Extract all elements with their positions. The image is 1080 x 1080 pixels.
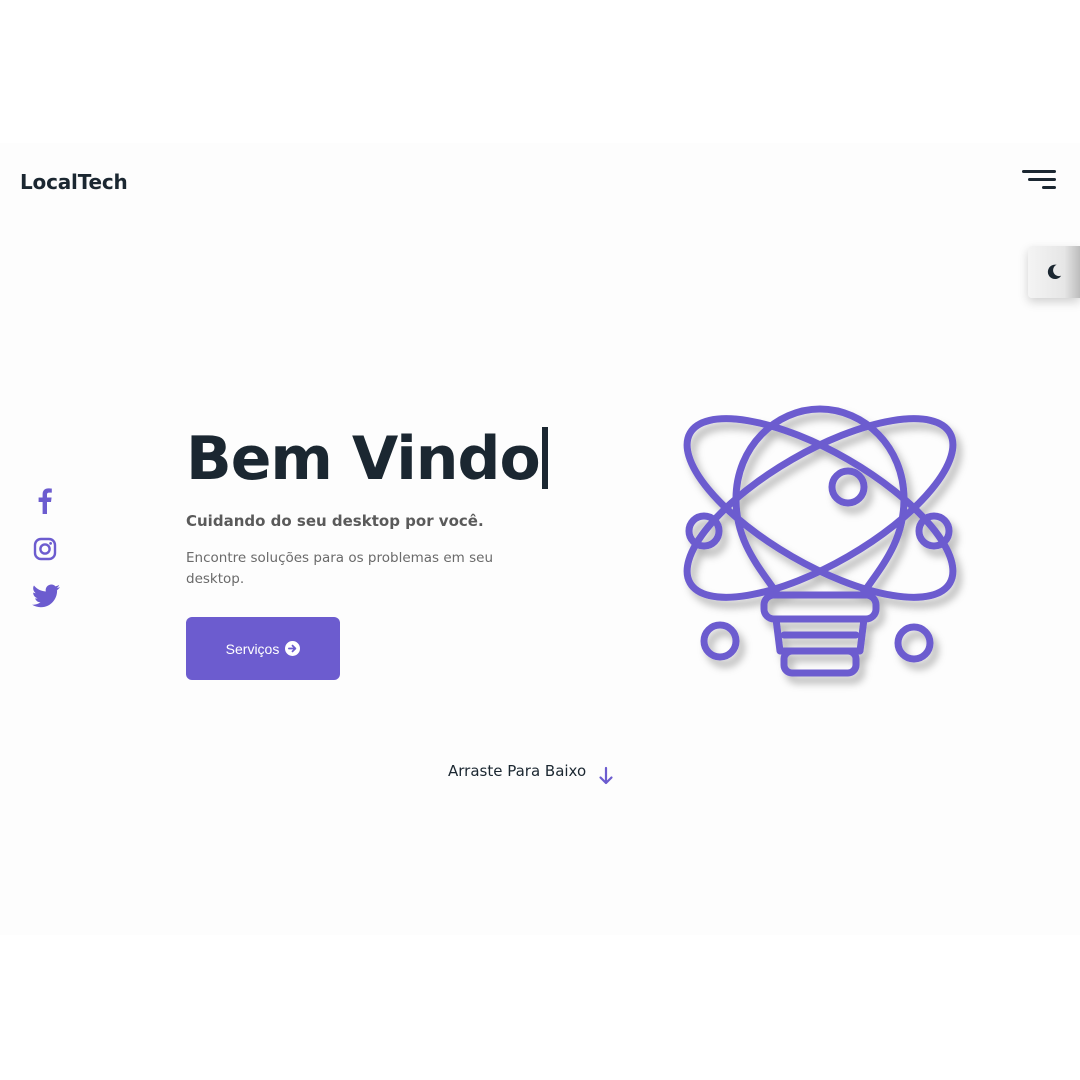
hamburger-menu-icon[interactable] xyxy=(1020,168,1056,194)
twitter-link[interactable] xyxy=(31,581,61,611)
hero-title-text: Bem Vindo xyxy=(186,424,541,494)
hero-description: Encontre soluções para os problemas em s… xyxy=(186,550,494,587)
hero-subtitle: Cuidando do seu desktop por você. xyxy=(186,512,484,530)
lightbulb-rocket-icon xyxy=(683,405,957,677)
arrow-circle-right-icon xyxy=(285,641,301,656)
landing-page: LocalTech Bem Vindo Cuidando do seu desk… xyxy=(0,143,1080,935)
twitter-icon xyxy=(32,584,60,608)
logo[interactable]: LocalTech xyxy=(20,170,128,194)
arrow-down-icon xyxy=(599,766,613,785)
moon-icon xyxy=(1047,264,1062,280)
scroll-down-label: Arraste Para Baixo xyxy=(448,762,587,780)
facebook-link[interactable] xyxy=(30,486,60,516)
instagram-link[interactable] xyxy=(30,534,60,564)
instagram-icon xyxy=(33,537,57,561)
scroll-down-link[interactable]: Arraste Para Baixo xyxy=(448,756,614,786)
facebook-icon xyxy=(38,488,52,514)
hero-title: Bem Vindo xyxy=(186,423,548,495)
services-button-label: Serviços xyxy=(225,640,280,657)
typing-caret xyxy=(541,427,548,489)
theme-toggle-button[interactable] xyxy=(1028,246,1080,298)
services-button[interactable]: Serviços xyxy=(186,617,340,680)
